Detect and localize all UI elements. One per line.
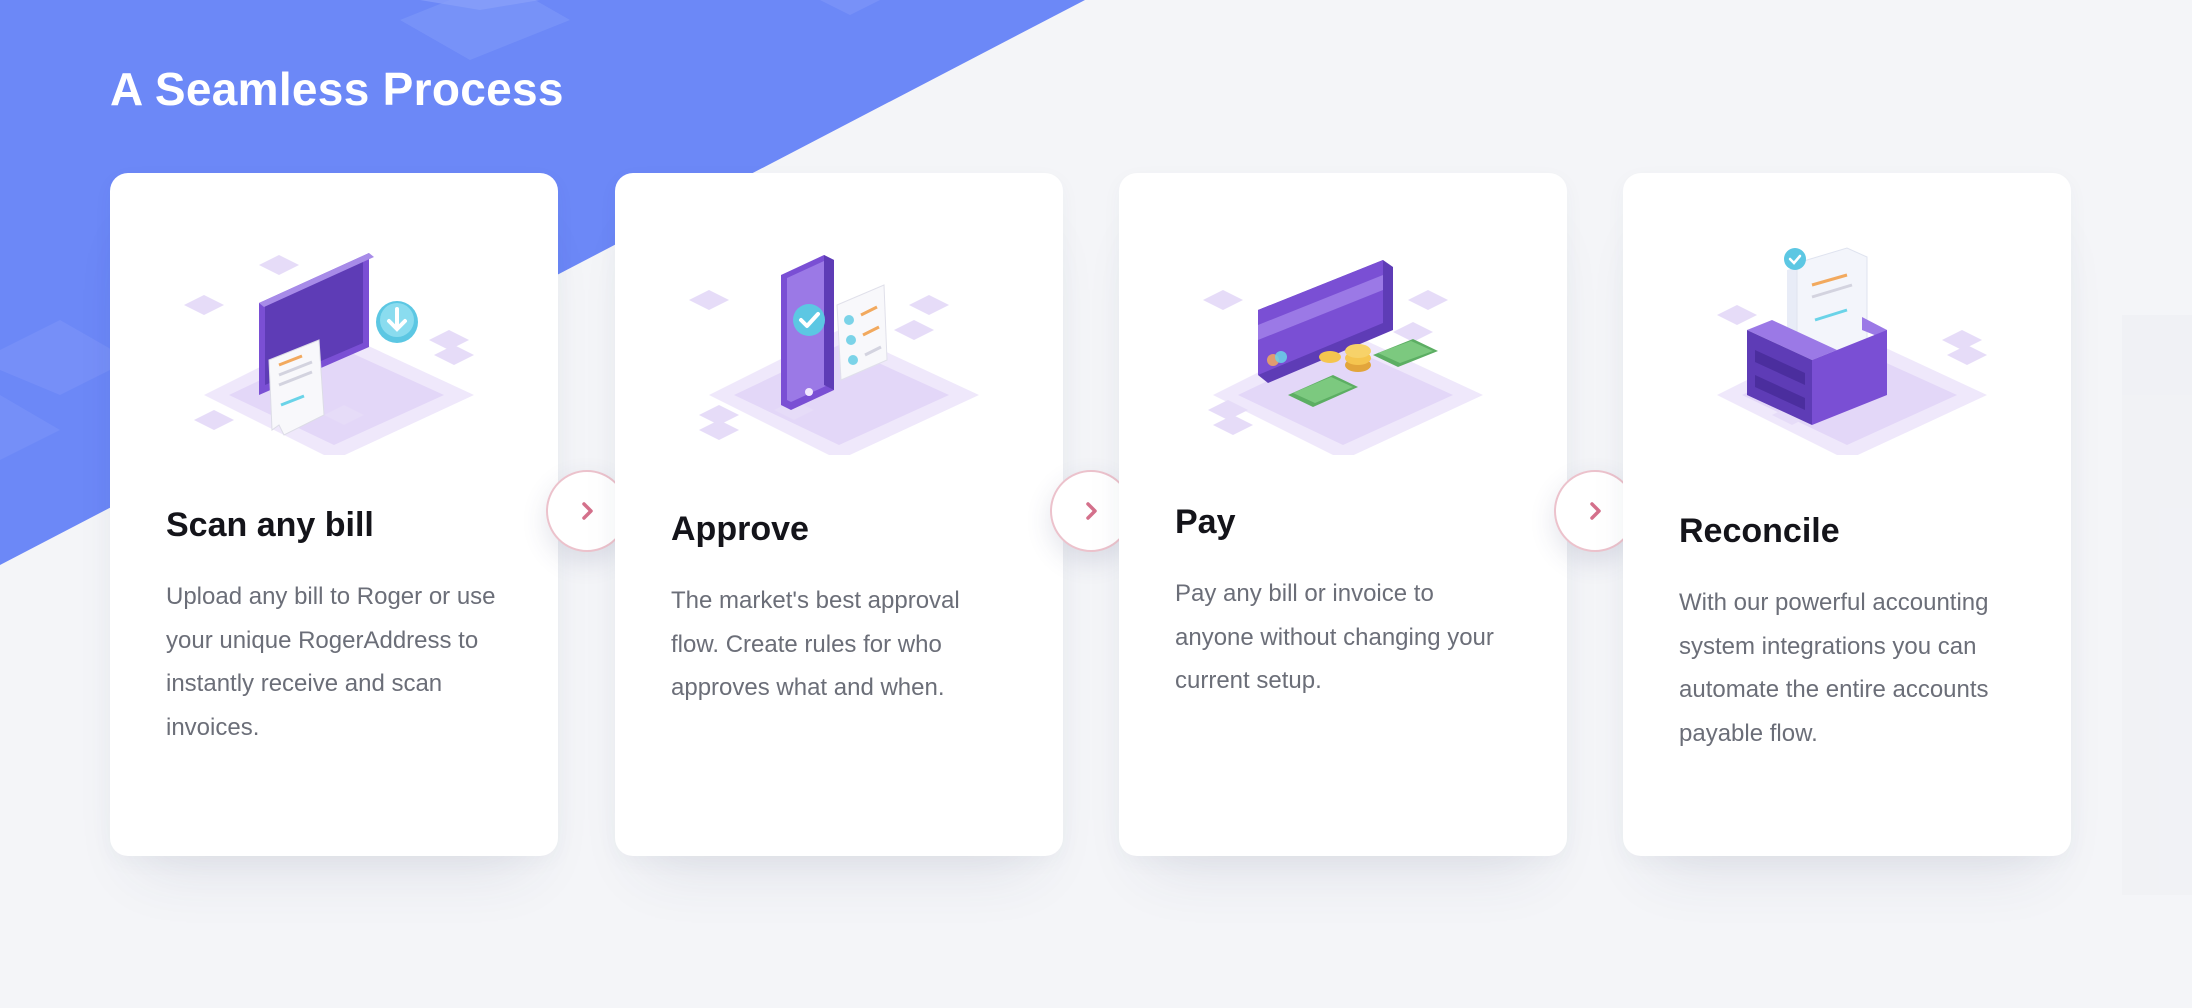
step-description: Pay any bill or invoice to anyone withou…	[1175, 580, 1494, 694]
step-card-reconcile: Reconcile With our powerful accounting s…	[1623, 173, 2071, 856]
right-edge-ridge	[2122, 395, 2192, 895]
pay-card-illustration	[1203, 260, 1483, 455]
step-card-approve: Approve The market's best approval flow.…	[615, 173, 1063, 856]
step-description: With our powerful accounting system inte…	[1679, 589, 1989, 747]
step-card-pay: Pay Pay any bill or invoice to anyone wi…	[1119, 173, 1567, 856]
section-title: A Seamless Process	[110, 63, 564, 115]
step-description: The market's best approval flow. Create …	[671, 587, 960, 701]
chevron-right-icon	[1590, 502, 1601, 520]
step-title: Approve	[671, 510, 809, 548]
step-title: Pay	[1175, 503, 1236, 541]
scan-bill-illustration	[184, 253, 474, 455]
right-edge-ridge	[2122, 315, 2192, 395]
step-description: Upload any bill to Roger or use your uni…	[166, 583, 496, 741]
chevron-right-icon	[1086, 502, 1097, 520]
approve-phone-illustration	[689, 255, 979, 455]
step-title: Reconcile	[1679, 512, 1840, 550]
step-title: Scan any bill	[166, 506, 374, 544]
step-card-scan: Scan any bill Upload any bill to Roger o…	[110, 173, 558, 856]
reconcile-box-illustration	[1717, 247, 1987, 455]
chevron-right-icon	[582, 502, 593, 520]
